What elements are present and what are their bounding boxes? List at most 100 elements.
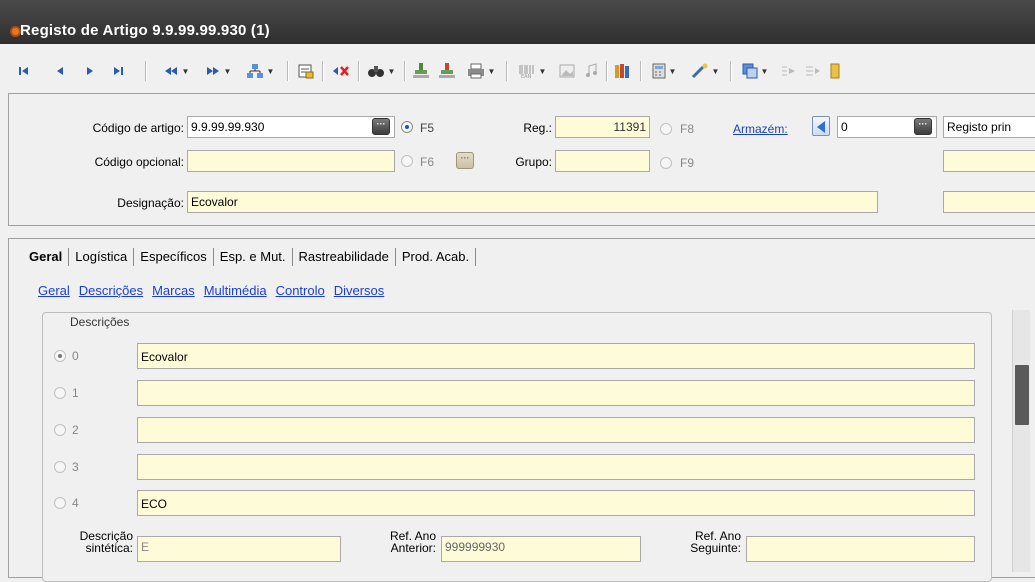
descricao-sintetica-input[interactable]: E xyxy=(137,536,341,562)
binoculars-icon[interactable]: ▼ xyxy=(364,60,398,82)
codigo-opcional-input[interactable] xyxy=(187,150,395,172)
subtab-geral[interactable]: Geral xyxy=(38,283,70,298)
tab-prod-acab[interactable]: Prod. Acab. xyxy=(396,248,477,266)
copy-icon[interactable]: ▼ xyxy=(736,60,774,82)
header-right-field-2[interactable] xyxy=(943,150,1035,172)
reg-input[interactable]: 11391 xyxy=(555,116,650,138)
codigo-opcional-lookup-button[interactable]: ··· xyxy=(456,152,474,169)
last-record-icon[interactable] xyxy=(110,60,126,82)
wizard-icon[interactable]: ▼ xyxy=(686,60,724,82)
descricoes-group-title: Descrições xyxy=(70,315,130,329)
subtab-multimedia[interactable]: Multimédia xyxy=(204,283,267,298)
reg-label: Reg.: xyxy=(523,121,552,135)
descricao-4-index: 4 xyxy=(72,496,79,510)
header-right-field-3[interactable] xyxy=(943,191,1035,213)
descricao-1-index: 1 xyxy=(72,386,79,400)
descricao-2-input[interactable] xyxy=(137,417,975,443)
armazem-description: Registo prin xyxy=(943,116,1035,138)
armazem-link[interactable]: Armazém: xyxy=(733,122,788,136)
music-icon[interactable] xyxy=(580,60,602,82)
tab-rastreabilidade[interactable]: Rastreabilidade xyxy=(293,248,396,266)
descricao-4-radio[interactable] xyxy=(54,497,66,509)
delete-icon[interactable] xyxy=(330,60,352,82)
reg-radio-label: F8 xyxy=(680,122,695,136)
descricao-2-radio[interactable] xyxy=(54,424,66,436)
descricao-0-radio[interactable] xyxy=(54,350,66,362)
armazem-lookup-button[interactable]: ··· xyxy=(914,118,932,135)
subtab-diversos[interactable]: Diversos xyxy=(334,283,385,298)
window-title: Registo de Artigo 9.9.99.99.930 (1) xyxy=(20,22,270,39)
descricao-1-radio[interactable] xyxy=(54,387,66,399)
codigo-artigo-radio[interactable] xyxy=(401,121,413,133)
descricao-2-index: 2 xyxy=(72,423,79,437)
grupo-input[interactable] xyxy=(555,150,650,172)
image-icon[interactable] xyxy=(556,60,578,82)
toolbar-separator xyxy=(640,61,641,81)
toolbar-separator xyxy=(322,61,323,81)
tab-geral[interactable]: Geral xyxy=(23,248,70,266)
fast-forward-icon[interactable]: ▼ xyxy=(198,60,238,82)
tab-logistica[interactable]: Logística xyxy=(69,248,135,266)
exit-icon[interactable] xyxy=(826,60,844,82)
scrollbar-thumb[interactable] xyxy=(1015,365,1029,425)
toolbar: ▼ ▼ ▼ ▼ ▼ EAN ▼ ▼ ▼ ▼ xyxy=(0,58,1035,84)
ref-ano-seguinte-label: Ref. Ano Seguinte: xyxy=(690,529,741,555)
stamp-icon[interactable] xyxy=(410,60,432,82)
main-tab-row: Geral Logística Específicos Esp. e Mut. … xyxy=(9,242,477,272)
toolbar-separator xyxy=(358,61,359,81)
toolbar-separator xyxy=(287,61,288,81)
stamp-alt-icon[interactable] xyxy=(436,60,458,82)
ref-ano-seguinte-input[interactable] xyxy=(746,536,975,562)
sub-tab-row: Geral Descrições Marcas Multimédia Contr… xyxy=(38,283,393,298)
tab-especificos[interactable]: Específicos xyxy=(134,248,214,266)
descricao-0-index: 0 xyxy=(72,349,79,363)
previous-record-icon[interactable] xyxy=(52,60,68,82)
grupo-radio-label: F9 xyxy=(680,156,695,170)
subtab-controlo[interactable]: Controlo xyxy=(276,283,325,298)
reg-radio[interactable] xyxy=(660,123,672,135)
codigo-opcional-label: Código opcional: xyxy=(94,155,184,169)
calculator-icon[interactable]: ▼ xyxy=(646,60,682,82)
codigo-artigo-lookup-button[interactable]: ··· xyxy=(372,118,390,135)
toolbar-separator xyxy=(404,61,405,81)
tab-esp-e-mut[interactable]: Esp. e Mut. xyxy=(214,248,293,266)
toolbar-separator xyxy=(145,61,146,81)
designacao-label: Designação: xyxy=(117,196,184,210)
subtab-marcas[interactable]: Marcas xyxy=(152,283,195,298)
designacao-input[interactable]: Ecovalor xyxy=(187,191,878,213)
books-icon[interactable] xyxy=(612,60,634,82)
descricao-1-input[interactable] xyxy=(137,380,975,406)
armazem-previous-button[interactable] xyxy=(812,116,830,136)
descricao-3-index: 3 xyxy=(72,460,79,474)
first-record-icon[interactable] xyxy=(16,60,32,82)
svg-text:EAN: EAN xyxy=(521,74,532,78)
codigo-opcional-radio[interactable] xyxy=(401,155,413,167)
arrow-out-icon[interactable] xyxy=(802,60,824,82)
descricao-0-input[interactable]: Ecovalor xyxy=(137,343,975,369)
toolbar-separator xyxy=(606,61,607,81)
grupo-label: Grupo: xyxy=(515,155,552,169)
grupo-radio[interactable] xyxy=(660,157,672,169)
window-titlebar: Registo de Artigo 9.9.99.99.930 (1) xyxy=(0,0,1035,44)
codigo-artigo-radio-label: F5 xyxy=(420,121,435,135)
descricao-3-input[interactable] xyxy=(137,454,975,480)
ref-ano-anterior-label: Ref. Ano Anterior: xyxy=(389,529,436,555)
subtab-descricoes[interactable]: Descrições xyxy=(79,283,143,298)
descricao-sintetica-label: Descrição sintética: xyxy=(79,529,133,555)
descricao-3-radio[interactable] xyxy=(54,461,66,473)
codigo-opcional-radio-label: F6 xyxy=(420,155,435,169)
vertical-scrollbar[interactable] xyxy=(1012,310,1030,572)
hierarchy-icon[interactable]: ▼ xyxy=(240,60,280,82)
arrow-in-icon[interactable] xyxy=(778,60,800,82)
next-record-icon[interactable] xyxy=(82,60,98,82)
barcode-icon[interactable]: EAN ▼ xyxy=(512,60,552,82)
codigo-artigo-label: Código de artigo: xyxy=(92,121,184,135)
codigo-artigo-input[interactable]: 9.9.99.99.930 xyxy=(187,116,395,138)
printer-icon[interactable]: ▼ xyxy=(462,60,500,82)
toolbar-separator xyxy=(730,61,731,81)
filter-icon[interactable] xyxy=(296,60,316,82)
descricao-4-input[interactable]: ECO xyxy=(137,490,975,516)
rewind-icon[interactable]: ▼ xyxy=(156,60,196,82)
ref-ano-anterior-input[interactable]: 999999930 xyxy=(441,536,641,562)
toolbar-separator xyxy=(506,61,507,81)
